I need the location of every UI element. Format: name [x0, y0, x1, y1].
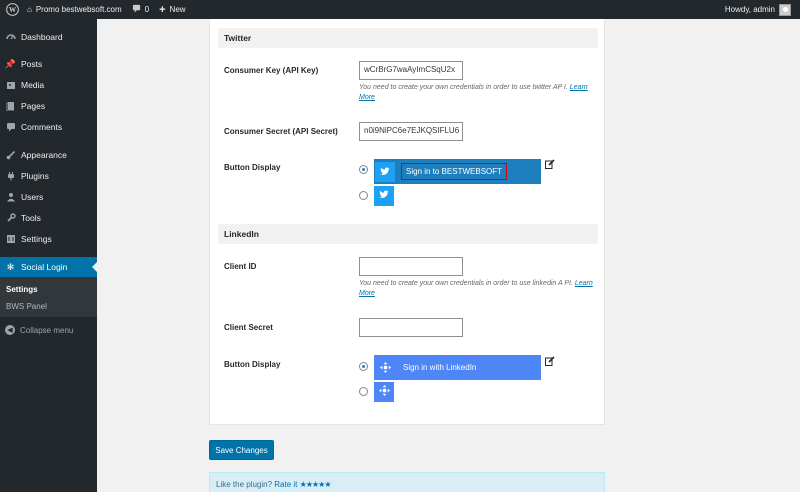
sidebar-item-label: Pages — [21, 101, 46, 111]
site-name: Promo bestwebsoft.com — [35, 5, 122, 14]
collapse-label: Collapse menu — [20, 325, 74, 335]
avatar — [779, 3, 791, 16]
social-login-submenu: Settings BWS Panel — [0, 277, 97, 317]
edit-icon[interactable] — [545, 159, 555, 169]
sidebar-item-comments[interactable]: Comments — [0, 117, 97, 137]
consumer-key-input[interactable]: wCrBrG7waAyImCSqU2x — [359, 61, 463, 80]
client-secret-input[interactable] — [359, 318, 463, 337]
consumer-secret-label: Consumer Secret (API Secret) — [224, 127, 338, 136]
move-arrows-icon — [375, 358, 395, 378]
plugin-icon — [5, 171, 16, 182]
sidebar-item-dashboard[interactable]: Dashboard — [0, 27, 97, 47]
twitter-bird-icon — [379, 190, 389, 202]
consumer-secret-input[interactable]: n0i9NiPC6e7EJKQSIFLU6 — [359, 122, 463, 141]
twitter-section-heading: Twitter — [218, 28, 598, 48]
sidebar-item-label: Users — [21, 192, 44, 202]
comments-link[interactable]: 0 — [127, 0, 154, 19]
sidebar-item-tools[interactable]: Tools — [0, 208, 97, 228]
twitter-small-button-preview — [374, 186, 394, 206]
submenu-item-settings[interactable]: Settings — [6, 285, 38, 294]
twitter-help-text: You need to create your own credentials … — [359, 83, 599, 103]
pin-icon: 📌 — [4, 58, 17, 69]
sidebar-item-settings[interactable]: Settings — [0, 229, 97, 249]
twitter-sign-in-button-preview: Sign in to BESTWEBSOFT — [374, 159, 541, 184]
twitter-display-small-radio[interactable] — [359, 191, 368, 200]
linkedin-display-small-radio[interactable] — [359, 387, 368, 396]
pages-icon — [5, 101, 16, 112]
linkedin-sign-in-label: Sign in with LinkedIn — [403, 363, 477, 372]
client-id-input[interactable] — [359, 257, 463, 276]
wrench-icon — [5, 213, 16, 224]
sidebar-item-label: Dashboard — [21, 32, 63, 42]
comment-icon — [132, 4, 141, 15]
linkedin-section-heading: LinkedIn — [218, 224, 598, 244]
media-icon — [5, 80, 16, 91]
collapse-icon: ◀ — [5, 325, 15, 335]
howdy-text: Howdy, admin — [724, 5, 775, 14]
new-content-link[interactable]: + New — [154, 0, 190, 19]
twitter-display-large-radio[interactable] — [359, 165, 368, 174]
edit-icon[interactable] — [545, 356, 555, 366]
sidebar-item-pages[interactable]: Pages — [0, 96, 97, 116]
twitter-help-message: You need to create your own credentials … — [359, 84, 568, 91]
account-menu[interactable]: Howdy, admin — [720, 0, 796, 19]
twitter-sign-in-label: Sign in to BESTWEBSOFT — [401, 163, 508, 180]
sidebar-item-label: Media — [21, 80, 45, 90]
admin-bar: W ⌂ Promo bestwebsoft.com 0 + New Howdy,… — [0, 0, 800, 19]
rate-it-link[interactable]: Rate it — [274, 480, 297, 489]
sidebar-item-plugins[interactable]: Plugins — [0, 166, 97, 186]
sidebar-item-users[interactable]: Users — [0, 187, 97, 207]
sidebar-item-label: Posts — [21, 59, 43, 69]
linkedin-display-large-radio[interactable] — [359, 362, 368, 371]
sidebar-item-label: Social Login — [21, 262, 68, 272]
sidebar-item-label: Plugins — [21, 171, 49, 181]
new-label: New — [169, 5, 186, 14]
linkedin-sign-in-button-preview: Sign in with LinkedIn — [374, 355, 541, 380]
sidebar-item-label: Comments — [21, 122, 63, 132]
client-secret-label: Client Secret — [224, 323, 273, 332]
save-changes-button[interactable]: Save Changes — [209, 440, 274, 460]
sidebar-item-social-login[interactable]: ✻ Social Login — [0, 257, 97, 277]
sidebar-item-posts[interactable]: 📌 Posts — [0, 54, 97, 74]
client-id-label: Client ID — [224, 262, 257, 271]
admin-sidebar: Dashboard 📌 Posts Media Pages Comments A… — [0, 19, 97, 492]
sidebar-item-label: Appearance — [21, 150, 67, 160]
linkedin-small-button-preview — [374, 382, 394, 402]
consumer-key-label: Consumer Key (API Key) — [224, 66, 319, 75]
brush-icon — [5, 150, 16, 161]
rate-text: Like the plugin? — [216, 480, 273, 489]
sidebar-item-label: Tools — [21, 213, 41, 223]
site-name-link[interactable]: ⌂ Promo bestwebsoft.com — [22, 0, 127, 19]
comments-count: 0 — [144, 5, 150, 14]
home-icon: ⌂ — [27, 5, 32, 14]
star-rating-icon[interactable]: ★★★★★ — [300, 480, 332, 489]
twitter-button-display-label: Button Display — [224, 163, 281, 172]
submenu-item-bws-panel[interactable]: BWS Panel — [6, 302, 47, 311]
wordpress-logo-icon[interactable]: W — [2, 0, 22, 19]
sidebar-item-media[interactable]: Media — [0, 75, 97, 95]
comment-icon — [5, 122, 16, 133]
svg-text:W: W — [8, 6, 16, 14]
plus-icon: + — [159, 3, 166, 16]
gear-icon: ✻ — [6, 261, 15, 272]
settings-panel: Twitter Consumer Key (API Key) wCrBrG7wa… — [209, 19, 605, 425]
users-icon — [5, 192, 16, 203]
linkedin-help-message: You need to create your own credentials … — [359, 280, 573, 287]
twitter-bird-icon — [375, 161, 395, 182]
linkedin-button-display-label: Button Display — [224, 360, 281, 369]
settings-icon — [5, 234, 16, 245]
rate-plugin-notice: Like the plugin? Rate it ★★★★★ — [209, 472, 605, 492]
sidebar-item-appearance[interactable]: Appearance — [0, 145, 97, 165]
move-arrows-icon — [378, 385, 390, 399]
linkedin-help-text: You need to create your own credentials … — [359, 279, 599, 299]
sidebar-item-label: Settings — [21, 234, 52, 244]
dashboard-icon — [5, 32, 16, 43]
collapse-menu-button[interactable]: ◀ Collapse menu — [5, 325, 73, 335]
